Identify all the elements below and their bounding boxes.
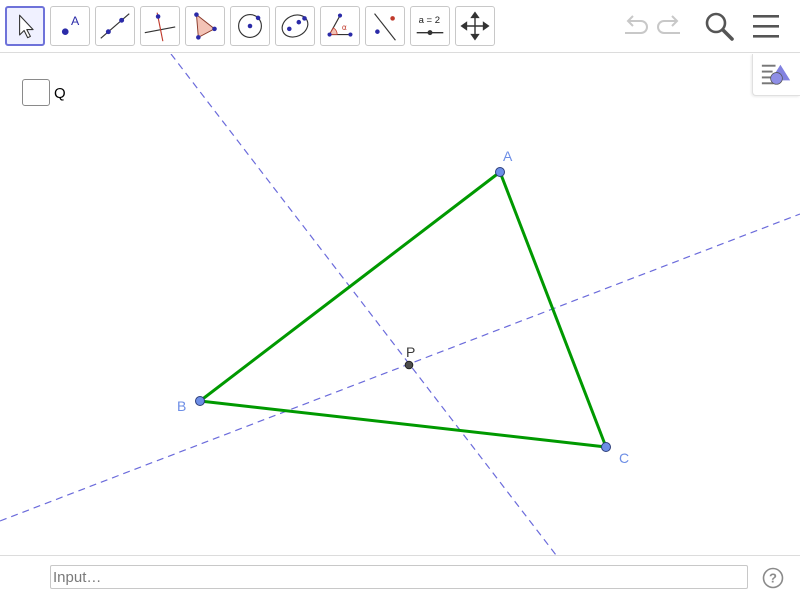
point-tool-label: A xyxy=(71,14,80,28)
toolbar: A α a = 2 xyxy=(0,0,800,53)
polygon-tool-button[interactable] xyxy=(185,6,225,46)
ellipse-tool-button[interactable] xyxy=(275,6,315,46)
circle-with-center-icon xyxy=(238,14,262,38)
slider-icon: a = 2 xyxy=(416,15,444,36)
polygon-icon xyxy=(194,12,217,40)
checkbox-q-label[interactable]: Q xyxy=(54,85,66,102)
stylebar-icon xyxy=(761,64,791,85)
redo-button[interactable] xyxy=(652,8,688,44)
label-c: C xyxy=(619,450,629,466)
input-bar: ? xyxy=(0,555,800,600)
help-label: ? xyxy=(769,571,777,586)
undo-icon xyxy=(625,15,648,34)
ellipse-icon xyxy=(281,14,309,38)
angle-icon: α xyxy=(327,13,353,37)
stylebar-toggle-button[interactable] xyxy=(752,54,800,96)
side-ca[interactable] xyxy=(498,171,608,448)
arrow-pointer-icon xyxy=(19,14,34,39)
angle-tool-button[interactable]: α xyxy=(320,6,360,46)
graphics-view[interactable]: A B C P Q xyxy=(0,54,800,555)
reflect-about-line-icon xyxy=(374,13,396,41)
label-b: B xyxy=(177,398,186,414)
menu-button[interactable] xyxy=(748,8,784,44)
line-through-two-points-icon xyxy=(100,13,130,39)
search-icon xyxy=(705,12,734,41)
menu-icon xyxy=(753,15,779,38)
angle-tool-label: α xyxy=(342,23,347,32)
checkbox-q[interactable] xyxy=(22,79,50,106)
help-button[interactable]: ? xyxy=(762,567,784,589)
perpendicular-line-icon xyxy=(144,12,176,42)
move-graphics-tool-button[interactable] xyxy=(455,6,495,46)
search-button[interactable] xyxy=(701,8,737,44)
label-p: P xyxy=(406,344,415,360)
slider-tool-label: a = 2 xyxy=(419,15,440,26)
circle-tool-button[interactable] xyxy=(230,6,270,46)
point-icon: A xyxy=(61,14,80,36)
dashed-line-2[interactable] xyxy=(0,213,800,522)
side-ab[interactable] xyxy=(199,170,501,403)
point-a[interactable] xyxy=(495,167,505,177)
redo-icon xyxy=(657,15,680,34)
point-c[interactable] xyxy=(601,442,611,452)
input-field[interactable] xyxy=(50,565,748,589)
geometry-canvas[interactable]: A B C P xyxy=(0,54,800,555)
reflect-tool-button[interactable] xyxy=(365,6,405,46)
point-b[interactable] xyxy=(195,396,205,406)
help-icon: ? xyxy=(762,567,784,589)
point-tool-button[interactable]: A xyxy=(50,6,90,46)
dashed-line-1[interactable] xyxy=(170,54,557,555)
line-tool-button[interactable] xyxy=(95,6,135,46)
side-bc[interactable] xyxy=(199,399,607,449)
undo-button[interactable] xyxy=(617,8,653,44)
slider-tool-button[interactable]: a = 2 xyxy=(410,6,450,46)
perpendicular-line-tool-button[interactable] xyxy=(140,6,180,46)
label-a: A xyxy=(503,148,513,164)
move-tool-button[interactable] xyxy=(5,6,45,46)
geogebra-app: A α a = 2 A B C P Q Input… ? xyxy=(0,0,800,600)
point-p[interactable] xyxy=(404,360,414,370)
move-graphics-view-icon xyxy=(460,11,490,41)
